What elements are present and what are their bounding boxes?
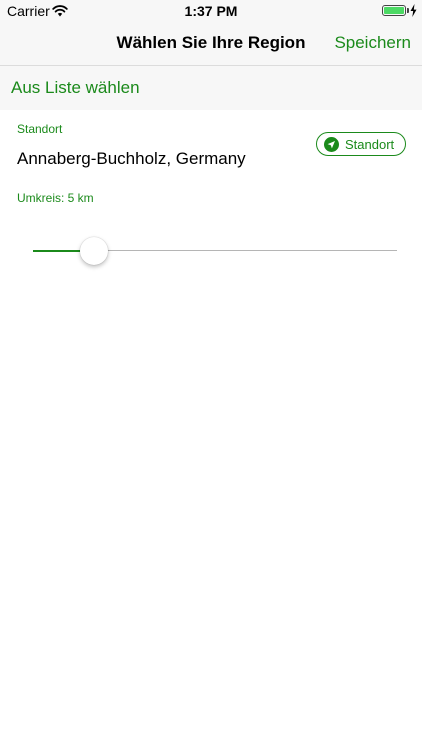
battery-level (384, 7, 404, 14)
use-location-button[interactable]: Standort (316, 132, 406, 156)
radius-label: Umkreis: 5 km (17, 191, 94, 205)
use-location-label: Standort (345, 137, 395, 152)
choose-from-list-link[interactable]: Aus Liste wählen (11, 78, 140, 98)
status-bar: Carrier 1:37 PM (0, 0, 422, 22)
clock-time: 1:37 PM (184, 3, 238, 19)
location-label: Standort (17, 122, 63, 136)
location-value: Annaberg-Buchholz, Germany (17, 149, 246, 168)
location-arrow-icon (324, 137, 339, 152)
region-screen: Carrier 1:37 PM Wählen Sie Ihre Region S… (0, 0, 422, 750)
charging-bolt-icon (410, 4, 417, 17)
slider-thumb[interactable] (79, 237, 108, 265)
save-button[interactable]: Speichern (334, 33, 411, 53)
navigation-bar: Wählen Sie Ihre Region Speichern (0, 22, 422, 66)
battery-cap (407, 8, 409, 13)
choose-from-list-bar[interactable]: Aus Liste wählen (0, 66, 422, 110)
battery-icon (382, 5, 406, 16)
radius-slider[interactable] (33, 236, 397, 266)
